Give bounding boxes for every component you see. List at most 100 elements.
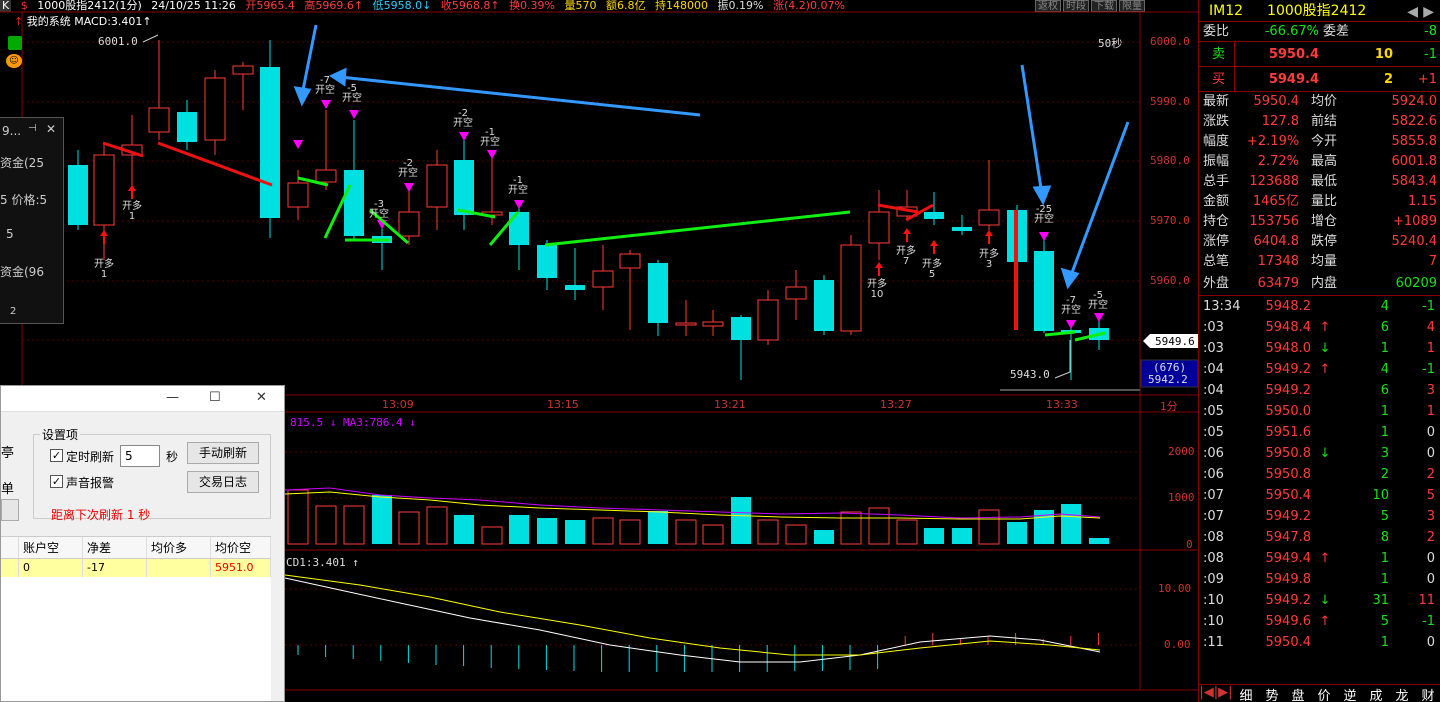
ratio-label: 委比 [1203,24,1230,39]
order-ratio-row: 委比 -66.67% 委差 -8 [1199,22,1440,42]
ask-row[interactable]: 卖 5950.4 10 -1 [1199,42,1440,67]
next-icon[interactable]: ▶ [1423,1,1434,23]
tick-row[interactable]: :08 5949.4 ↑ 1 0 [1199,548,1440,569]
tab-reverse[interactable]: 逆 [1337,685,1363,702]
stats-cell: 127.8 [1261,114,1299,129]
prev-icon[interactable]: ◀ [1407,1,1418,23]
trade-label-long: 开多 3 [979,250,999,270]
tick-row[interactable]: :11 5950.4 1 0 [1199,632,1440,653]
trade-log-button[interactable]: 交易日志 [187,471,259,493]
stats-cell: 今开 [1311,134,1338,149]
candle-body [840,244,862,332]
low-marker-line [1054,340,1071,379]
inner-label: 内盘 [1311,276,1338,291]
tick-direction-icon [1311,569,1335,590]
tick-row[interactable]: :09 5949.8 1 0 [1199,569,1440,590]
green-trend-line [544,210,851,247]
volume-header: 815.5 ↓ MA3:786.4 ↓ [290,416,416,429]
tab-book[interactable]: 盘 [1285,685,1311,702]
popup-title: 9... [2,124,22,138]
tick-row[interactable]: 13:34 5948.2 4 -1 [1199,296,1440,317]
volume-bar [952,528,972,544]
period-label: 50秒 [1098,37,1123,50]
tick-row[interactable]: :10 5949.2 ↓ 31 11 [1199,590,1440,611]
stats-cell: 持仓 [1203,214,1230,229]
stats-cell: +1089 [1393,214,1437,229]
table-row[interactable]: 0 -17 5951.0 [1,559,271,577]
maximize-icon[interactable]: ☐ [209,390,221,405]
stats-cell: 5240.4 [1391,234,1438,249]
volume-bar [978,509,1000,545]
stats-table: 最新 5950.4 均价 5924.0 涨跌 127.8 前结 5822.6 幅度 +2.19% 今… [1199,92,1440,272]
tick-row[interactable]: :07 5950.4 10 5 [1199,485,1440,506]
tick-cell: :06 [1203,467,1224,482]
tick-row[interactable]: :04 5949.2 6 3 [1199,380,1440,401]
tick-list[interactable]: 13:34 5948.2 4 -1:03 5948.4 ↑ 6 4:03 5948.0 ↓ 1 1:0… [1199,296,1440,653]
tick-cell: 5949.2 [1265,362,1312,377]
period-tab[interactable]: 1分 [1160,398,1178,414]
pin-icon[interactable]: ⊣ [28,123,37,134]
tick-row[interactable]: :05 5951.6 1 0 [1199,422,1440,443]
trade-label-short: -1 开空 [480,128,500,148]
trade-label-text: 开空 [1061,305,1081,316]
tab-scroll-arrows[interactable]: |◀|▶| [1199,685,1233,702]
lock-icon[interactable] [8,36,22,50]
stats-cell: 5843.4 [1391,174,1438,189]
smiley-icon[interactable]: ☺ [6,54,22,68]
trade-label-short: -2 开空 [398,159,418,179]
tick-cell: :08 [1203,530,1224,545]
close-icon[interactable]: ✕ [256,390,267,405]
timed-refresh-checkbox[interactable]: ✓ [50,449,63,462]
trade-label-short: -7 开空 [1061,296,1081,316]
tab-finance[interactable]: 财 [1415,685,1440,702]
stats-row: 幅度 +2.19% 今开 5855.8 [1199,132,1440,152]
time-axis-label: 13:15 [547,398,579,411]
candle-body [287,182,309,208]
tick-row[interactable]: :05 5950.0 1 1 [1199,401,1440,422]
tick-row[interactable]: :03 5948.4 ↑ 6 4 [1199,317,1440,338]
candle-body [648,263,668,323]
tick-row[interactable]: :10 5949.6 ↑ 5 -1 [1199,611,1440,632]
tab-dragon[interactable]: 龙 [1389,685,1415,702]
stats-cell: 最高 [1311,154,1338,169]
tab-price[interactable]: 价 [1311,685,1337,702]
tick-row[interactable]: :06 5950.8 2 2 [1199,464,1440,485]
candle-body [148,107,170,133]
tick-cell: 3 [1426,509,1435,524]
account-popup[interactable]: 9... ⊣ ✕ 资金(25 5 价格:5 5 资金(96 2 [0,117,64,324]
outer-value: 63479 [1257,276,1299,291]
tick-cell: 11 [1418,593,1435,608]
tick-row[interactable]: :08 5947.8 8 2 [1199,527,1440,548]
sound-alert-checkbox[interactable]: ✓ [50,475,63,488]
trade-label-qty: 3 [985,259,993,270]
manual-refresh-button[interactable]: 手动刷新 [187,442,259,464]
row-cell: 5951.0 [211,559,271,577]
volume-bar [315,505,337,545]
close-icon[interactable]: ✕ [46,122,56,136]
minimize-icon[interactable]: — [166,390,179,405]
tick-row[interactable]: :06 5950.8 ↓ 3 0 [1199,443,1440,464]
candle-body [68,165,88,225]
left-button[interactable] [1,499,19,521]
trade-label-qty: 7 [902,256,910,267]
tick-cell: 5948.0 [1265,341,1312,356]
tick-row[interactable]: :07 5949.2 5 3 [1199,506,1440,527]
tick-cell: 4 [1380,299,1389,314]
tick-row[interactable]: :04 5949.2 ↑ 4 -1 [1199,359,1440,380]
tab-trend[interactable]: 势 [1259,685,1285,702]
tick-cell: :08 [1203,551,1224,566]
tab-detail[interactable]: 细 [1233,685,1259,702]
stats-cell: +2.19% [1247,134,1300,149]
bid-row[interactable]: 买 5949.4 2 +1 [1199,67,1440,92]
candle-body [204,77,226,141]
tick-row[interactable]: :03 5948.0 ↓ 1 1 [1199,338,1440,359]
candle-body [1034,251,1054,331]
ask-qty: 10 [1374,47,1393,62]
interval-input[interactable]: 5 [120,445,160,467]
candle-body [344,170,364,236]
tab-deals[interactable]: 成 [1363,685,1389,702]
candle-body [675,322,697,326]
tick-direction-icon: ↑ [1319,320,1331,335]
tick-cell: :11 [1203,635,1224,650]
stats-cell: 6404.8 [1253,234,1300,249]
